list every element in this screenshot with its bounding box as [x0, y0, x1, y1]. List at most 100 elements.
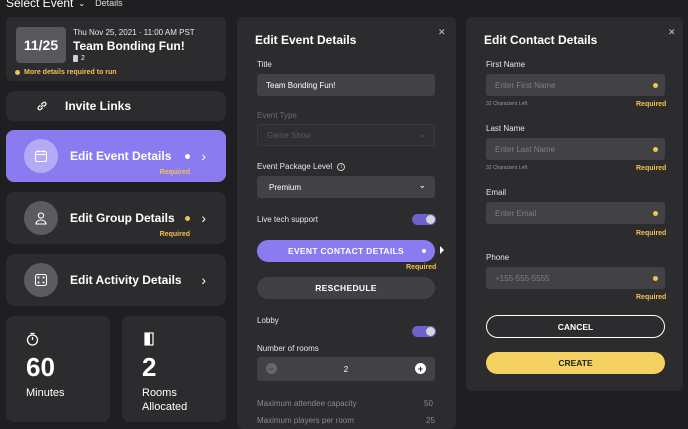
- edit-activity-details-label: Edit Activity Details: [70, 273, 182, 287]
- event-type-label: Event Type: [257, 111, 297, 120]
- details-required-warning: More details required to run: [15, 69, 117, 76]
- arrow-right-icon: [440, 246, 444, 254]
- calendar-icon: [24, 139, 58, 173]
- status-dot-icon: [422, 249, 426, 253]
- rooms-stepper[interactable]: − 2 +: [257, 357, 435, 381]
- first-name-placeholder: Enter First Name: [495, 80, 556, 90]
- required-dot-icon: [653, 147, 658, 152]
- required-dot-icon: [653, 276, 658, 281]
- required-label: Required: [406, 264, 437, 271]
- rooms-stat-card: 2 Rooms Allocated: [122, 316, 226, 422]
- link-icon: [36, 100, 48, 112]
- last-name-required: Required: [636, 165, 667, 172]
- edit-event-details-item[interactable]: Edit Event Details › Required: [6, 130, 226, 182]
- close-icon[interactable]: ✕: [438, 27, 446, 38]
- email-label: Email: [486, 188, 507, 197]
- event-type-value: Game Show: [267, 130, 312, 140]
- first-name-required: Required: [636, 101, 667, 108]
- dice-icon: [24, 263, 58, 297]
- live-support-label: Live tech support: [257, 215, 318, 224]
- event-panel-heading: Edit Event Details: [255, 33, 357, 47]
- duration-value: 60: [26, 352, 55, 382]
- chevron-down-icon: ⌄: [418, 180, 426, 190]
- max-capacity-label: Maximum attendee capacity: [257, 399, 357, 408]
- duration-stat-card: 60 Minutes: [6, 316, 110, 422]
- book-icon: [73, 55, 78, 62]
- live-support-toggle[interactable]: [412, 214, 436, 225]
- last-name-input[interactable]: Enter Last Name: [486, 138, 665, 160]
- create-button[interactable]: CREATE: [486, 352, 665, 374]
- cancel-button[interactable]: CANCEL: [486, 315, 665, 338]
- chevron-right-icon: ›: [201, 272, 206, 288]
- chevron-right-icon: ›: [201, 210, 206, 226]
- invite-links-label: Invite Links: [65, 99, 132, 113]
- first-name-input[interactable]: Enter First Name: [486, 74, 665, 96]
- event-contact-details-label: EVENT CONTACT DETAILS: [287, 246, 404, 256]
- required-dot-icon: [185, 216, 190, 221]
- status-dot-icon: [185, 154, 190, 159]
- minus-icon[interactable]: −: [266, 363, 277, 374]
- chevron-right-icon: ›: [201, 148, 206, 164]
- max-players-label: Maximum players per room: [257, 416, 354, 425]
- last-name-chars-left: 32 Characters Left: [486, 165, 528, 171]
- rooms-label: Rooms Allocated: [142, 386, 187, 414]
- email-placeholder: Enter Email: [495, 208, 537, 218]
- first-name-label: First Name: [486, 60, 526, 69]
- required-dot-icon: [653, 211, 658, 216]
- guest-count: 2: [73, 55, 85, 62]
- reschedule-button[interactable]: RESCHEDULE: [257, 277, 435, 299]
- rooms-label-line2: Allocated: [142, 401, 188, 413]
- max-players-value: 25: [426, 416, 435, 425]
- person-icon: [24, 201, 58, 235]
- lobby-label: Lobby: [257, 316, 279, 325]
- event-contact-details-button[interactable]: EVENT CONTACT DETAILS: [257, 240, 435, 262]
- last-name-placeholder: Enter Last Name: [495, 144, 556, 154]
- edit-group-details-item[interactable]: Edit Group Details › Required: [6, 192, 226, 244]
- package-level-value: Premium: [269, 182, 302, 192]
- rooms-value: 2: [142, 352, 157, 382]
- close-icon[interactable]: ✕: [668, 27, 676, 38]
- invite-links-item[interactable]: Invite Links: [6, 91, 226, 121]
- first-name-chars-left: 32 Characters Left: [486, 101, 528, 107]
- required-label: Required: [159, 169, 190, 176]
- number-of-rooms-label: Number of rooms: [257, 344, 319, 353]
- title-label: Title: [257, 60, 272, 69]
- phone-placeholder: +155-555-5555: [495, 273, 550, 283]
- phone-required: Required: [636, 294, 667, 301]
- edit-activity-details-item[interactable]: Edit Activity Details ›: [6, 254, 226, 306]
- chevron-down-icon: ⌄: [78, 0, 86, 8]
- info-icon[interactable]: i: [337, 162, 346, 171]
- edit-event-details-label: Edit Event Details: [70, 149, 172, 163]
- package-level-select[interactable]: Premium ⌄: [257, 176, 435, 198]
- edit-group-details-label: Edit Group Details: [70, 211, 175, 225]
- top-bar: Select Event ⌄ Details: [6, 0, 123, 10]
- select-event-dropdown[interactable]: Select Event ⌄: [6, 0, 85, 10]
- lobby-toggle[interactable]: [412, 326, 436, 337]
- door-icon: [144, 332, 154, 351]
- details-link[interactable]: Details: [95, 0, 123, 8]
- package-level-label: Event Package Level i: [257, 162, 346, 171]
- max-capacity-value: 50: [424, 399, 433, 408]
- event-title: Team Bonding Fun!: [73, 39, 185, 53]
- chevron-down-icon: ⌄: [419, 130, 426, 139]
- rooms-stepper-value: 2: [343, 364, 349, 374]
- phone-input[interactable]: +155-555-5555: [486, 267, 665, 289]
- event-type-select: Game Show ⌄: [257, 124, 435, 146]
- duration-label: Minutes: [26, 387, 65, 399]
- title-input[interactable]: Team Bonding Fun!: [257, 74, 435, 96]
- email-required: Required: [636, 230, 667, 237]
- required-dot-icon: [653, 83, 658, 88]
- date-badge: 11/25: [16, 27, 66, 63]
- email-input[interactable]: Enter Email: [486, 202, 665, 224]
- last-name-label: Last Name: [486, 124, 525, 133]
- guest-count-value: 2: [81, 55, 85, 62]
- plus-icon[interactable]: +: [415, 363, 426, 374]
- required-label: Required: [159, 231, 190, 238]
- rooms-label-line1: Rooms: [142, 387, 177, 399]
- contact-panel-heading: Edit Contact Details: [484, 33, 598, 47]
- warning-dot-icon: [15, 70, 20, 75]
- stopwatch-icon: [26, 332, 39, 351]
- title-value: Team Bonding Fun!: [266, 80, 336, 90]
- package-level-text: Event Package Level: [257, 162, 333, 171]
- select-event-label: Select Event: [6, 0, 74, 10]
